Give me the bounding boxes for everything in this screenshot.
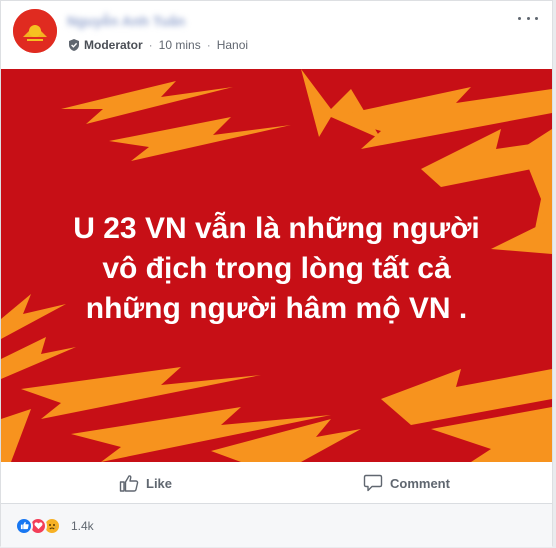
reaction-icons[interactable] (15, 516, 67, 535)
meta-separator: · (148, 38, 153, 52)
thumbs-up-icon (119, 475, 139, 492)
post-meta: Moderator · 10 mins · Hanoi (67, 37, 248, 53)
author-name[interactable]: Nguyễn Anh Tuấn (67, 13, 185, 29)
moderator-label: Moderator (84, 38, 143, 52)
reactions-bar: 1.4k (1, 504, 552, 547)
like-label: Like (146, 475, 173, 491)
moderator-shield-icon (69, 39, 79, 51)
comment-label: Comment (390, 475, 450, 491)
like-reaction-icon (15, 516, 33, 535)
post-actions: Like Comment (1, 463, 552, 504)
author-avatar[interactable] (13, 9, 57, 53)
comment-bubble-icon (363, 474, 383, 492)
post-header: Nguyễn Anh Tuấn Moderator · 10 mins · Ha… (1, 1, 552, 69)
party-emblem-icon (13, 9, 57, 53)
post-time[interactable]: 10 mins (159, 38, 201, 52)
post-card: Nguyễn Anh Tuấn Moderator · 10 mins · Ha… (0, 0, 553, 547)
reaction-count[interactable]: 1.4k (71, 519, 94, 533)
meta-separator: · (206, 38, 211, 52)
like-button[interactable]: Like (119, 463, 172, 503)
post-banner[interactable]: U 23 VN vẫn là những người vô địch trong… (1, 69, 552, 462)
more-horizontal-icon[interactable] (518, 11, 538, 25)
banner-text: U 23 VN vẫn là những người vô địch trong… (73, 212, 480, 325)
post-location[interactable]: Hanoi (217, 38, 248, 52)
comment-button[interactable]: Comment (363, 463, 450, 503)
